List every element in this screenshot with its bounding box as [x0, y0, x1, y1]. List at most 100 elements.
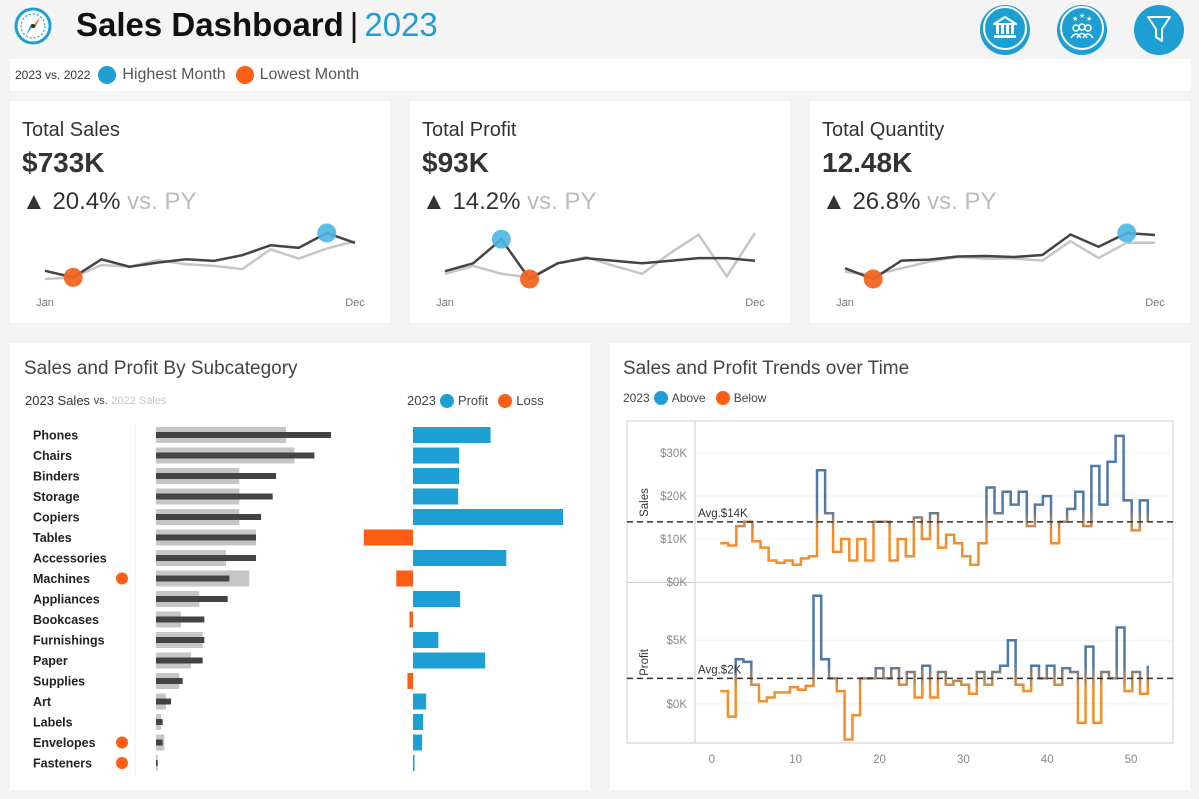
profit-bar — [396, 570, 413, 587]
loss-legend-label: Loss — [516, 393, 544, 408]
x-tick-label: 40 — [1041, 754, 1054, 766]
kpi-change: ▲ 20.4% vs. PY — [22, 188, 197, 216]
kpi-title: Total Sales — [22, 119, 120, 141]
up-arrow-icon: ▲ — [822, 188, 846, 215]
trends-chart: $0K $10K $20K $30K Sales Avg.$14K $0K $5K Profit… — [626, 420, 1174, 766]
bank-button[interactable] — [980, 5, 1030, 55]
profit-bar — [413, 693, 427, 710]
bank-icon — [980, 3, 1030, 58]
sales-legend-previous: 2022 Sales — [111, 394, 167, 407]
filter-button[interactable] — [1134, 5, 1184, 55]
compass-logo-icon — [13, 6, 53, 46]
sales-bar-current — [156, 739, 163, 746]
sales-bar-current — [156, 719, 163, 725]
profit-bar — [413, 755, 415, 771]
subcategory-label: Copiers — [33, 511, 80, 525]
sales-bar-current — [156, 555, 257, 561]
kpi-card-sales[interactable]: Total Sales $733K ▲ 20.4% vs. PY Jan Dec — [10, 101, 390, 323]
trends-panel: Sales and Profit Trends over Time 2023 A… — [610, 343, 1190, 790]
legend-highest-label: Highest Month — [122, 66, 226, 83]
y-tick-label: $10K — [660, 534, 687, 546]
sales-legend: 2023 Sales vs. 2022 Sales — [25, 393, 166, 408]
subcategory-label: Paper — [33, 654, 68, 668]
profit-bar — [413, 447, 460, 464]
sales-legend-current: 2023 Sales — [25, 393, 91, 408]
y-tick-label: $30K — [660, 448, 687, 460]
subcategory-chart: Phones Chairs Binders Storage Copiers Tables A… — [33, 423, 564, 777]
sales-bar-current — [156, 596, 228, 602]
subcategory-label: Chairs — [33, 449, 72, 463]
kpi-value: 12.48K — [822, 147, 913, 178]
trend-line — [720, 434, 1150, 567]
y-tick-label: $20K — [660, 491, 687, 503]
highest-month-marker — [317, 223, 337, 243]
sparkline-end-label: Dec — [1145, 297, 1165, 309]
profit-bar — [413, 427, 491, 443]
sparkline-start-label: Jan — [836, 297, 854, 309]
profit-bar — [407, 673, 413, 689]
sales-legend-vs: vs. — [93, 394, 108, 407]
kpi-change-value: 14.2% — [452, 188, 521, 215]
kpi-value: $93K — [422, 147, 489, 178]
sales-bar-current — [156, 432, 332, 438]
profit-legend-year: 2023 — [407, 393, 436, 408]
lowest-month-dot — [235, 66, 254, 84]
sales-bar-current — [156, 657, 203, 664]
profit-bar — [413, 714, 424, 730]
kpi-title: Total Quantity — [822, 119, 945, 141]
kpi-vs-label: vs. PY — [927, 188, 997, 215]
legend-compare-year: 2023 — [15, 68, 42, 82]
sales-bar-current — [156, 575, 230, 582]
profit-bar — [413, 509, 564, 525]
y-axis-label: Sales — [639, 488, 651, 517]
title-separator: | — [349, 6, 359, 43]
kpi-change: ▲ 26.8% vs. PY — [822, 188, 997, 216]
trend-line — [720, 594, 1150, 741]
profit-bar — [363, 529, 413, 546]
subcategory-label: Binders — [33, 470, 80, 484]
subcategory-label: Appliances — [33, 593, 100, 607]
y-tick-label: $0K — [667, 577, 688, 589]
profit-bar — [413, 591, 461, 607]
up-arrow-icon: ▲ — [22, 188, 46, 215]
loss-marker — [116, 757, 128, 769]
profit-legend-label: Profit — [457, 393, 489, 408]
lowest-month-marker — [520, 269, 540, 289]
page-title: Sales Dashboard | 2023 — [76, 6, 438, 44]
kpi-vs-label: vs. PY — [127, 188, 197, 215]
filter-icon — [1134, 3, 1184, 58]
kpi-card-profit[interactable]: Total Profit $93K ▲ 14.2% vs. PY Jan Dec — [410, 101, 790, 323]
kpi-vs-label: vs. PY — [527, 188, 597, 215]
kpi-change-value: 26.8% — [852, 188, 921, 215]
kpi-change: ▲ 14.2% vs. PY — [422, 188, 597, 216]
page-title-text: Sales Dashboard — [76, 6, 344, 43]
group-button[interactable]: ★ ★ ★ — [1057, 5, 1107, 55]
x-tick-label: 30 — [957, 754, 970, 766]
x-tick-label: 50 — [1125, 754, 1138, 766]
profit-bar — [409, 611, 413, 628]
sparkline-current-year — [844, 231, 1156, 281]
subcategory-label: Furnishings — [33, 634, 105, 648]
sparkline-start-label: Jan — [436, 297, 454, 309]
subcategory-label: Phones — [33, 429, 78, 443]
sales-bar-current — [156, 698, 172, 705]
sales-bar-current — [156, 616, 205, 623]
y-axis-label: Profit — [639, 648, 651, 676]
group-icon: ★ ★ ★ — [1057, 3, 1107, 58]
x-tick-label: 0 — [709, 754, 715, 766]
sales-bar-current — [156, 493, 273, 500]
profit-legend-dot — [439, 393, 454, 408]
profit-bar — [413, 632, 439, 648]
subcategory-label: Labels — [33, 716, 73, 730]
up-arrow-icon: ▲ — [422, 188, 446, 215]
y-tick-label: $5K — [667, 635, 688, 647]
highest-month-marker — [1117, 223, 1137, 243]
kpi-card-quantity[interactable]: Total Quantity 12.48K ▲ 26.8% vs. PY Jan… — [810, 101, 1190, 323]
lowest-month-marker — [63, 267, 83, 287]
subcategory-label: Fasteners — [33, 757, 92, 771]
subcategory-title: Sales and Profit By Subcategory — [24, 358, 298, 379]
subcategory-label: Envelopes — [33, 736, 96, 750]
highest-month-marker — [491, 229, 511, 249]
subcategory-label: Machines — [33, 572, 90, 586]
profit-bar — [413, 488, 459, 505]
